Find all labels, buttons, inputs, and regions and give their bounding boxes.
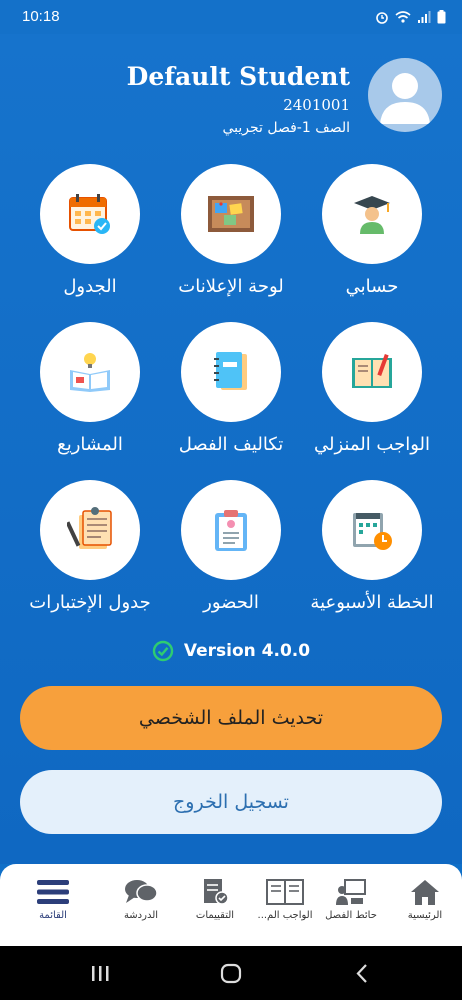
homework-icon xyxy=(266,879,304,905)
logout-button[interactable]: تسجيل الخروج xyxy=(20,770,442,834)
tile-circle xyxy=(322,164,422,264)
calendar-icon xyxy=(69,194,110,234)
nav-menu[interactable]: القائمة xyxy=(16,874,90,921)
tile-label: حسابي xyxy=(345,276,399,297)
nav-label: الواجب الم... xyxy=(257,910,313,921)
user-avatar-icon xyxy=(380,73,430,124)
battery-icon xyxy=(437,9,446,28)
app-version: Version 4.0.0 xyxy=(0,640,462,662)
nav-label: التقييمات xyxy=(195,910,235,921)
tile-circle xyxy=(40,480,140,580)
nav-label: الدردشة xyxy=(123,910,159,921)
tile-projects[interactable]: المشاريع xyxy=(15,322,165,455)
exam-schedule-icon xyxy=(67,507,112,549)
tile-weekly-plan[interactable]: الخطة الأسبوعية xyxy=(297,480,447,613)
check-circle-icon xyxy=(152,640,174,662)
tile-label: الخطة الأسبوعية xyxy=(310,592,434,613)
wifi-icon xyxy=(395,9,411,28)
nav-home[interactable]: الرئيسية xyxy=(388,874,462,921)
update-profile-button[interactable]: تحديث الملف الشخصي xyxy=(20,686,442,750)
tile-label: الواجب المنزلي xyxy=(313,434,431,455)
bulletin-board-icon xyxy=(208,196,254,232)
tile-circle xyxy=(181,480,281,580)
tile-label: تكاليف الفصل xyxy=(178,434,284,455)
alarm-icon xyxy=(375,9,389,28)
chat-icon xyxy=(125,880,158,903)
tile-label: جدول الإختبارات xyxy=(29,592,151,613)
homework-book-icon xyxy=(352,353,392,388)
tile-bulletin-board[interactable]: لوحة الإعلانات xyxy=(156,164,306,297)
nav-label: حائط الفصل xyxy=(325,910,377,921)
student-name: Default Student xyxy=(126,62,350,91)
home-button-icon[interactable] xyxy=(220,963,242,984)
class-wall-icon xyxy=(336,879,366,905)
tile-class-assignments[interactable]: تكاليف الفصل xyxy=(156,322,306,455)
student-class: الصف 1-فصل تجريبي xyxy=(222,120,350,136)
tile-schedule[interactable]: الجدول xyxy=(15,164,165,297)
project-idea-icon xyxy=(70,353,110,392)
attendance-clipboard-icon xyxy=(215,510,247,551)
tile-homework[interactable]: الواجب المنزلي xyxy=(297,322,447,455)
tile-circle xyxy=(40,164,140,264)
home-icon xyxy=(411,880,439,905)
nav-homework[interactable]: الواجب الم... xyxy=(248,874,322,921)
tile-exam-schedule[interactable]: جدول الإختبارات xyxy=(15,480,165,613)
notebook-icon xyxy=(214,352,247,390)
tile-my-account[interactable]: حسابي xyxy=(297,164,447,297)
menu-icon xyxy=(37,880,69,904)
nav-class-wall[interactable]: حائط الفصل xyxy=(314,874,388,921)
status-bar: 10:18 xyxy=(0,0,462,34)
evaluations-icon xyxy=(204,879,229,905)
recent-apps-icon[interactable] xyxy=(92,966,109,981)
nav-evaluations[interactable]: التقييمات xyxy=(178,874,252,921)
back-icon[interactable] xyxy=(356,964,367,983)
tile-circle xyxy=(181,164,281,264)
signal-icon xyxy=(417,9,431,28)
tile-label: المشاريع xyxy=(57,434,123,455)
nav-chat[interactable]: الدردشة xyxy=(104,874,178,921)
bottom-nav: الرئيسية حائط الفصل الواجب الم... التقيي… xyxy=(0,864,462,946)
status-icons xyxy=(375,9,446,28)
weekly-plan-icon xyxy=(353,513,392,550)
tile-circle xyxy=(322,322,422,422)
tile-circle xyxy=(181,322,281,422)
main-panel: Default Student 2401001 الصف 1-فصل تجريب… xyxy=(0,34,462,864)
nav-label: الرئيسية xyxy=(407,910,443,921)
avatar[interactable] xyxy=(368,58,442,132)
tile-attendance[interactable]: الحضور xyxy=(156,480,306,613)
version-text: Version 4.0.0 xyxy=(183,641,311,661)
tile-circle xyxy=(40,322,140,422)
status-time: 10:18 xyxy=(22,8,60,25)
tile-label: الحضور xyxy=(203,592,259,613)
tile-label: لوحة الإعلانات xyxy=(178,276,284,297)
graduate-icon xyxy=(354,196,390,234)
tile-label: الجدول xyxy=(63,276,117,297)
system-navigation-bar xyxy=(0,946,462,1000)
student-id: 2401001 xyxy=(283,96,350,114)
nav-label: القائمة xyxy=(39,910,67,921)
tile-circle xyxy=(322,480,422,580)
